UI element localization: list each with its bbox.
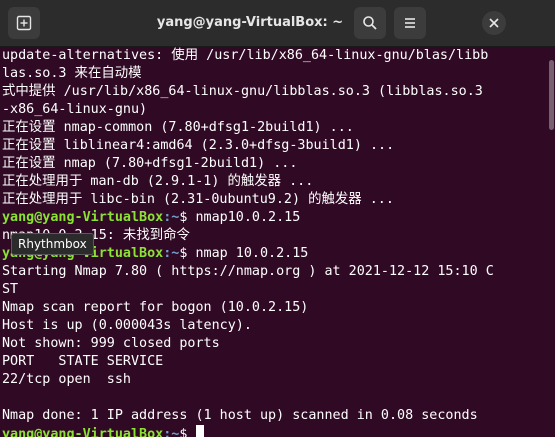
new-tab-icon <box>16 15 32 31</box>
close-icon <box>489 18 499 28</box>
prompt-symbol: $ <box>179 246 196 261</box>
close-button[interactable] <box>482 11 506 35</box>
terminal-line: 正在设置 nmap (7.80+dfsg1-2build1) ... <box>0 155 555 173</box>
terminal-line: 22/tcp open ssh <box>0 371 555 389</box>
prompt-path: :~ <box>163 246 180 261</box>
output-text: 22/tcp open ssh <box>2 372 131 387</box>
output-text: las.so.3 来在自动模 <box>2 66 142 81</box>
prompt-path: :~ <box>163 427 180 437</box>
output-text: 正在设置 nmap-common (7.80+dfsg1-2build1) ..… <box>2 120 354 135</box>
terminal-line: 正在设置 liblinear4:amd64 (2.3.0+dfsg-3build… <box>0 137 555 155</box>
scrollbar[interactable] <box>549 50 554 430</box>
terminal-window: yang@yang-VirtualBox: ~ update-alternati… <box>0 0 555 437</box>
terminal-line: PORT STATE SERVICE <box>0 353 555 371</box>
output-text: Starting Nmap 7.80 ( https://nmap.org ) … <box>2 264 494 279</box>
terminal-line: 正在设置 nmap-common (7.80+dfsg1-2build1) ..… <box>0 119 555 137</box>
command-text: nmap 10.0.2.15 <box>195 246 309 261</box>
output-text: update-alternatives: 使用 /usr/lib/x86_64-… <box>2 48 489 63</box>
prompt-user: yang@yang-VirtualBox <box>2 210 164 225</box>
terminal-line: Nmap scan report for bogon (10.0.2.15) <box>0 299 555 317</box>
prompt-symbol: $ <box>179 210 196 225</box>
terminal-line: -x86_64-linux-gnu) <box>0 101 555 119</box>
tooltip: Rhythmbox <box>11 233 94 255</box>
terminal-line: 正在处理用于 libc-bin (2.31-0ubuntu9.2) 的触发器 .… <box>0 191 555 209</box>
terminal-line: update-alternatives: 使用 /usr/lib/x86_64-… <box>0 47 555 65</box>
terminal-line: 正在处理用于 man-db (2.9.1-1) 的触发器 ... <box>0 173 555 191</box>
output-text: 正在设置 nmap (7.80+dfsg1-2build1) ... <box>2 156 298 171</box>
output-text: -x86_64-linux-gnu) <box>2 102 148 117</box>
output-text: 正在处理用于 libc-bin (2.31-0ubuntu9.2) 的触发器 .… <box>2 192 394 207</box>
output-text: ST <box>2 282 19 297</box>
menu-button[interactable] <box>394 7 426 39</box>
window-title: yang@yang-VirtualBox: ~ <box>156 15 344 30</box>
output-text: Nmap scan report for bogon (10.0.2.15) <box>2 300 309 315</box>
output-text: Not shown: 999 closed ports <box>2 336 220 351</box>
search-icon <box>363 16 377 30</box>
new-tab-button[interactable] <box>8 7 40 39</box>
prompt-path: :~ <box>163 210 180 225</box>
hamburger-menu-icon <box>405 18 415 28</box>
output-text: PORT STATE SERVICE <box>2 354 164 369</box>
prompt-user: yang@yang-VirtualBox <box>2 427 164 437</box>
title-bar: yang@yang-VirtualBox: ~ <box>0 0 555 47</box>
output-text: Nmap done: 1 IP address (1 host up) scan… <box>2 408 478 423</box>
output-text: 正在设置 liblinear4:amd64 (2.3.0+dfsg-3build… <box>2 138 395 153</box>
terminal-line: las.so.3 来在自动模 <box>0 65 555 83</box>
terminal-line: Not shown: 999 closed ports <box>0 335 555 353</box>
prompt-symbol: $ <box>179 427 196 437</box>
output-text: Host is up (0.000043s latency). <box>2 318 252 333</box>
output-text: 正在处理用于 man-db (2.9.1-1) 的触发器 ... <box>2 174 314 189</box>
output-text: 式中提供 /usr/lib/x86_64-linux-gnu/libblas.s… <box>2 84 483 99</box>
terminal-line: yang@yang-VirtualBox:~$ nmap10.0.2.15 <box>0 209 555 227</box>
terminal-line: yang@yang-VirtualBox:~$ <box>0 425 555 437</box>
scrollbar-thumb[interactable] <box>549 60 554 130</box>
terminal-line: Host is up (0.000043s latency). <box>0 317 555 335</box>
terminal-line: 式中提供 /usr/lib/x86_64-linux-gnu/libblas.s… <box>0 83 555 101</box>
terminal-line: Nmap done: 1 IP address (1 host up) scan… <box>0 407 555 425</box>
terminal-line: Starting Nmap 7.80 ( https://nmap.org ) … <box>0 263 555 281</box>
text-cursor <box>195 425 204 437</box>
search-button[interactable] <box>354 7 386 39</box>
command-text: nmap10.0.2.15 <box>195 210 301 225</box>
terminal-line: ST <box>0 281 555 299</box>
